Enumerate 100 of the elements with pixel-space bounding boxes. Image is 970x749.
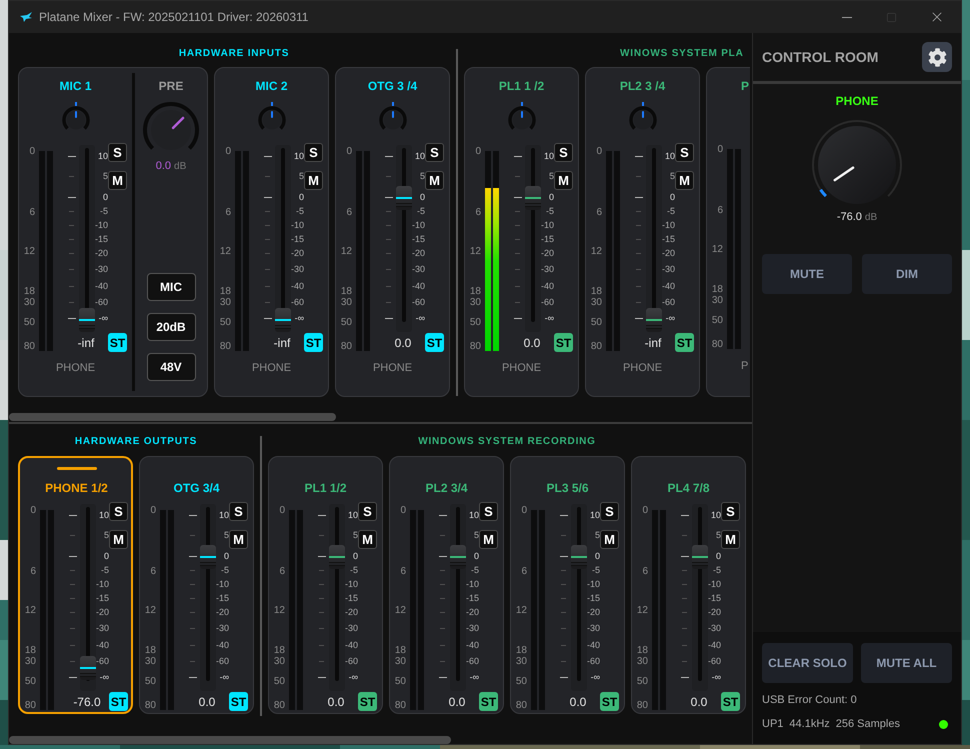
channel-strip[interactable]: PL2 3 /4 0 6 12 18 30 50 80 10 5 0 -5 -10 -15 -20 -30 -40 -60 -∞ S M -inf ST PHONE	[585, 67, 700, 397]
input-option-button[interactable]: MIC	[146, 273, 196, 301]
input-option-button[interactable]: 20dB	[146, 313, 196, 341]
fader-thumb[interactable]	[525, 186, 541, 210]
fader-scale-label: -15	[662, 234, 675, 244]
s-toggle[interactable]: S	[675, 143, 694, 162]
meter-scale-label: 0	[224, 146, 231, 157]
fader-scale-label: -60	[662, 297, 675, 307]
meter-scale-label: 50	[22, 317, 35, 328]
st-toggle[interactable]: ST	[108, 333, 127, 352]
st-toggle[interactable]: ST	[358, 692, 377, 711]
m-toggle[interactable]: M	[425, 171, 444, 190]
m-toggle[interactable]: M	[675, 171, 694, 190]
m-toggle[interactable]: M	[554, 171, 573, 190]
fader-value: -inf	[76, 336, 96, 350]
fader-thumb[interactable]	[79, 308, 95, 332]
meter-scale-label: 0	[399, 505, 406, 516]
meter-scale-label: 50	[394, 676, 406, 687]
st-toggle[interactable]: ST	[721, 692, 740, 711]
meter-scale-label: 30	[272, 656, 285, 667]
channel-strip[interactable]: OTG 3 /4 0 6 12 18 30 50 80 10 5 0 -5 -10 -15 -20 -30 -40 -60 -∞ S M 0.0 ST PHONE	[335, 67, 450, 397]
st-toggle[interactable]: ST	[554, 333, 573, 352]
st-toggle[interactable]: ST	[675, 333, 694, 352]
st-toggle[interactable]: ST	[425, 333, 444, 352]
fader-scale-label: 5	[548, 171, 554, 181]
global-button[interactable]: CLEAR SOLO	[762, 643, 853, 683]
scrollbar-thumb[interactable]	[9, 736, 451, 744]
fader-scale-label: 10	[542, 151, 554, 161]
m-toggle[interactable]: M	[109, 530, 128, 549]
fader-thumb[interactable]	[275, 308, 291, 332]
fader-scale-label: -∞	[218, 672, 229, 682]
scrollbar-thumb[interactable]	[9, 413, 336, 421]
fader-thumb[interactable]	[646, 308, 662, 332]
st-toggle[interactable]: ST	[479, 692, 498, 711]
settings-button[interactable]	[922, 42, 952, 72]
s-toggle[interactable]: S	[358, 502, 377, 521]
fader-value: 0.0	[394, 336, 412, 350]
channel-strip[interactable]: PL1 1 /2 0 6 12 18 30 50 80 10 5 0 -5 -10 -15 -20 -30 -40 -60 -∞ S M 0.0 ST PHONE	[464, 67, 579, 397]
fader-scale-label: -15	[95, 234, 108, 244]
s-toggle[interactable]: S	[554, 143, 573, 162]
m-toggle[interactable]: M	[479, 530, 498, 549]
fader-scale-label: -20	[412, 248, 425, 258]
fader-thumb[interactable]	[396, 186, 412, 210]
channel-strip[interactable]: PHONE 1/2 0 6 12 18 30 50 80 10 5 0 -5 -10 -15 -20 -30 -40 -60 -∞ S M -76.0 ST	[18, 456, 133, 714]
global-button[interactable]: MUTE ALL	[861, 643, 952, 683]
fader-scale-label: -5	[666, 206, 675, 216]
fader-scale-label: -30	[96, 623, 109, 633]
m-toggle[interactable]: M	[229, 530, 248, 549]
channel-strip[interactable]: PL3 5/6 0 6 12 18 30 50 80 10 5 0 -5 -10 -15 -20 -30 -40 -60 -∞ S M 0.0 ST	[510, 456, 625, 714]
channel-strip[interactable]: OTG 3/4 0 6 12 18 30 50 80 10 5 0 -5 -10 -15 -20 -30 -40 -60 -∞ S M 0.0 ST	[139, 456, 254, 714]
s-toggle[interactable]: S	[721, 502, 740, 521]
m-toggle[interactable]: M	[358, 530, 377, 549]
fader-scale-label: -30	[587, 623, 600, 633]
st-toggle[interactable]: ST	[600, 692, 619, 711]
channel-strip[interactable]: MIC 1 0 6 12 18 30 50 80 10 5 0 -5 -10 -15 -20 -30 -40 -60 -∞ S M -inf ST PHONE PRE 0.0 dB MIC 20dB 48V	[18, 67, 208, 397]
st-toggle[interactable]: ST	[229, 692, 248, 711]
meter-scale-label: 18	[340, 286, 352, 297]
meter-scale-label: 0	[595, 146, 602, 157]
fader-thumb[interactable]	[80, 656, 96, 680]
meter-scale-label: 80	[514, 700, 527, 711]
st-toggle[interactable]: ST	[109, 692, 128, 711]
st-toggle[interactable]: ST	[304, 333, 323, 352]
fader-scale-label: -15	[345, 593, 358, 603]
s-toggle[interactable]: S	[109, 502, 128, 521]
fader-scale-label: -30	[662, 264, 675, 274]
m-toggle[interactable]: M	[304, 171, 323, 190]
m-toggle[interactable]: M	[721, 530, 740, 549]
fader-thumb[interactable]	[450, 544, 466, 569]
s-toggle[interactable]: S	[479, 502, 498, 521]
meter-scale-label: 50	[218, 317, 231, 328]
channel-strip[interactable]: PL2 3/4 0 6 12 18 30 50 80 10 5 0 -5 -10 -15 -20 -30 -40 -60 -∞ S M 0.0 ST	[389, 456, 504, 714]
s-toggle[interactable]: S	[425, 143, 444, 162]
window-title: Platane Mixer - FW: 2025021101 Driver: 20260311	[39, 9, 308, 26]
fader-scale-label: 5	[352, 530, 358, 540]
fader-scale-label: -5	[416, 206, 425, 216]
fader-scale-label: -10	[541, 220, 554, 230]
channel-title: MIC 1	[58, 78, 92, 94]
monitor-button[interactable]: MUTE	[762, 254, 852, 294]
usb-error-count: USB Error Count: 0	[762, 693, 857, 707]
channel-strip[interactable]: PL4 7/8 0 6 12 18 30 50 80 10 5 0 -5 -10 -15 -20 -30 -40 -60 -∞ S M 0.0 ST	[631, 456, 746, 714]
fader-scale-label: 5	[298, 171, 304, 181]
fader-thumb[interactable]	[692, 544, 708, 569]
fader-value: 0.0	[198, 694, 216, 708]
fader-thumb[interactable]	[329, 544, 345, 569]
s-toggle[interactable]: S	[304, 143, 323, 162]
m-toggle[interactable]: M	[600, 530, 619, 549]
channel-strip[interactable]: MIC 2 0 6 12 18 30 50 80 10 5 0 -5 -10 -15 -20 -30 -40 -60 -∞ S M -inf ST PHONE	[214, 67, 329, 397]
s-toggle[interactable]: S	[108, 143, 127, 162]
channel-title: MIC 2	[254, 78, 288, 94]
input-option-button[interactable]: 48V	[146, 353, 196, 381]
fader-scale-label: -20	[96, 607, 109, 617]
monitor-button[interactable]: DIM	[862, 254, 952, 294]
m-toggle[interactable]: M	[108, 171, 127, 190]
fader-thumb[interactable]	[571, 544, 587, 569]
s-toggle[interactable]: S	[600, 502, 619, 521]
channel-strip[interactable]: PL1 1/2 0 6 12 18 30 50 80 10 5 0 -5 -10 -15 -20 -30 -40 -60 -∞ S M 0.0 ST	[268, 456, 383, 714]
fader-thumb[interactable]	[200, 544, 216, 569]
s-toggle[interactable]: S	[229, 502, 248, 521]
output-label: PHONE	[54, 361, 96, 375]
fader-scale-label: -10	[291, 220, 304, 230]
